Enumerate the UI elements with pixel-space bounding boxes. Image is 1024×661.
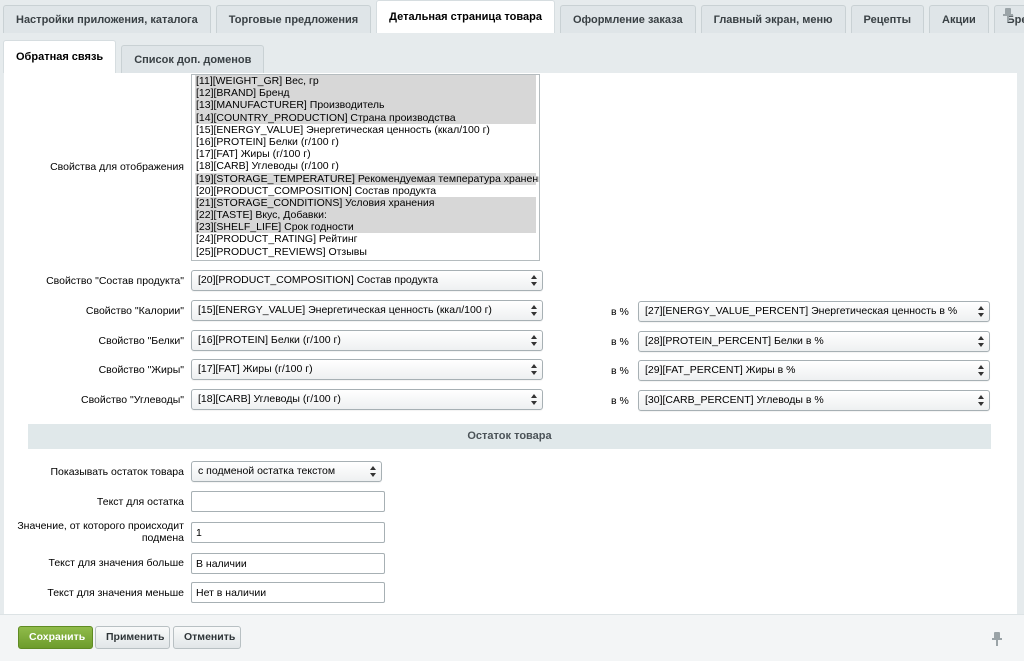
carbs-select[interactable]: [18][CARB] Углеводы (г/100 г) [191,389,543,410]
composition-select-value: [20][PRODUCT_COMPOSITION] Состав продукт… [198,274,439,286]
listbox-option[interactable]: [14][COUNTRY_PRODUCTION] Страна производ… [195,111,536,124]
select-arrows-icon [531,394,537,405]
tabs-row-primary: Настройки приложения, каталога Торговые … [0,0,1024,33]
carbs-pct-label: в % [611,395,629,407]
tab-checkout[interactable]: Оформление заказа [559,5,696,33]
carbs-pct-select[interactable]: [30][CARB_PERCENT] Углеводы в % [638,390,990,411]
protein-pct-select-value: [28][PROTEIN_PERCENT] Белки в % [645,335,824,347]
stock-text-input[interactable] [191,491,385,512]
text-more-label: Текст для значения больше [48,557,185,569]
tab-product-detail[interactable]: Детальная страница товара [376,0,555,33]
calories-pct-select[interactable]: [27][ENERGY_VALUE_PERCENT] Энергетическа… [638,301,990,322]
listbox-option[interactable]: [15][ENERGY_VALUE] Энергетическая ценнос… [195,124,536,136]
show-stock-label: Показывать остаток товара [50,466,184,478]
tab-app-settings[interactable]: Настройки приложения, каталога [3,5,211,33]
threshold-label: Значение, от которого происходит подмена [17,520,184,544]
tab-extra-domains[interactable]: Список доп. доменов [121,45,265,73]
listbox-option[interactable]: [12][BRAND] Бренд [195,87,536,100]
protein-label: Свойство "Белки" [98,335,184,347]
cancel-button[interactable]: Отменить [173,626,241,649]
calories-pct-label: в % [611,306,629,318]
protein-pct-label: в % [611,336,629,348]
calories-select[interactable]: [15][ENERGY_VALUE] Энергетическая ценнос… [191,300,543,321]
save-button[interactable]: Сохранить [18,626,93,649]
select-arrows-icon [531,305,537,316]
listbox-option[interactable]: [18][CARB] Углеводы (г/100 г) [195,160,536,172]
listbox-option[interactable]: [13][MANUFACTURER] Производитель [195,99,536,112]
select-arrows-icon [978,306,984,317]
text-less-label: Текст для значения меньше [47,587,184,599]
fat-select-value: [17][FAT] Жиры (г/100 г) [198,363,313,375]
listbox-option[interactable]: [17][FAT] Жиры (г/100 г) [195,148,536,160]
listbox-option[interactable]: [24][PRODUCT_RATING] Рейтинг [195,233,536,245]
carbs-label: Свойство "Углеводы" [81,394,184,406]
listbox-option[interactable]: [16][PROTEIN] Белки (г/100 г) [195,136,536,148]
fat-label: Свойство "Жиры" [98,364,184,376]
tab-trade-offers[interactable]: Торговые предложения [215,5,372,33]
stock-text-label: Текст для остатка [96,496,184,508]
select-arrows-icon [531,335,537,346]
fat-pct-select[interactable]: [29][FAT_PERCENT] Жиры в % [638,360,990,381]
text-less-input[interactable] [191,582,385,603]
listbox-option[interactable]: [25][PRODUCT_REVIEWS] Отзывы [195,246,536,258]
select-arrows-icon [370,466,376,477]
footer-pin-icon[interactable] [992,632,1002,646]
display-props-label: Свойства для отображения [50,161,184,173]
calories-pct-select-value: [27][ENERGY_VALUE_PERCENT] Энергетическа… [645,305,958,317]
composition-select[interactable]: [20][PRODUCT_COMPOSITION] Состав продукт… [191,270,543,291]
protein-pct-select[interactable]: [28][PROTEIN_PERCENT] Белки в % [638,331,990,352]
show-stock-select[interactable]: с подменой остатка текстом [191,461,382,482]
fat-pct-label: в % [611,365,629,377]
threshold-input[interactable] [191,522,385,543]
tabs-row-secondary: Обратная связь Список доп. доменов [0,40,1024,73]
select-arrows-icon [531,275,537,286]
protein-select-value: [16][PROTEIN] Белки (г/100 г) [198,334,341,346]
fat-select[interactable]: [17][FAT] Жиры (г/100 г) [191,359,543,380]
tab-feedback[interactable]: Обратная связь [3,40,117,73]
tab-main-screen[interactable]: Главный экран, меню [700,5,846,33]
apply-button[interactable]: Применить [95,626,170,649]
protein-select[interactable]: [16][PROTEIN] Белки (г/100 г) [191,330,543,351]
listbox-option[interactable]: [20][PRODUCT_COMPOSITION] Состав продукт… [195,185,536,197]
listbox-option[interactable]: [23][SHELF_LIFE] Срок годности [195,221,536,234]
display-props-listbox[interactable]: [11][WEIGHT_GR] Вес, гр [12][BRAND] Бренд… [191,74,540,261]
listbox-option[interactable]: [11][WEIGHT_GR] Вес, гр [195,75,536,88]
tab-recipes[interactable]: Рецепты [850,5,925,33]
listbox-option[interactable]: [21][STORAGE_CONDITIONS] Условия хранени… [195,196,536,210]
carbs-pct-select-value: [30][CARB_PERCENT] Углеводы в % [645,394,824,406]
select-arrows-icon [531,364,537,375]
select-arrows-icon [978,336,984,347]
calories-label: Свойство "Калории" [85,305,184,317]
select-arrows-icon [978,395,984,406]
select-arrows-icon [978,365,984,376]
listbox-option[interactable]: [19][STORAGE_TEMPERATURE] Рекомендуемая … [195,172,539,185]
tab-promotions[interactable]: Акции [929,5,989,33]
carbs-select-value: [18][CARB] Углеводы (г/100 г) [198,393,341,405]
show-stock-select-value: с подменой остатка текстом [198,465,336,477]
calories-select-value: [15][ENERGY_VALUE] Энергетическая ценнос… [198,304,492,316]
listbox-option[interactable]: [22][TASTE] Вкус, Добавки: [195,209,536,222]
stock-section-header: Остаток товара [28,424,991,449]
composition-label: Свойство "Состав продукта" [46,275,184,287]
fat-pct-select-value: [29][FAT_PERCENT] Жиры в % [645,364,796,376]
pin-icon[interactable] [1003,8,1013,22]
text-more-input[interactable] [191,553,385,574]
